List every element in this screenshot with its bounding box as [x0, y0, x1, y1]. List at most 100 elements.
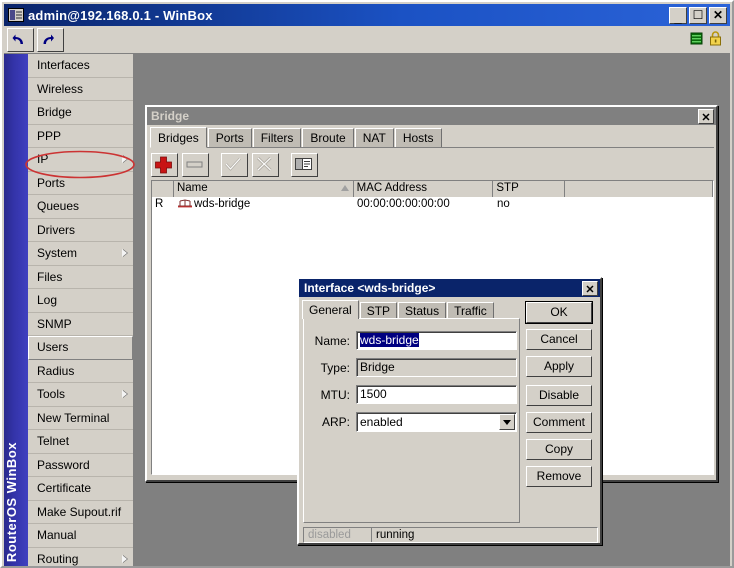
column-header-label: STP: [496, 182, 519, 194]
arp-field-row: ARP: enabled: [304, 412, 517, 432]
interface-tab-general[interactable]: General: [302, 300, 359, 319]
name-input[interactable]: wds-bridge: [356, 331, 517, 350]
sidebar-item-certificate[interactable]: Certificate: [28, 477, 133, 501]
sidebar-item-label: System: [37, 246, 78, 260]
sidebar-item-label: Drivers: [37, 222, 75, 237]
sidebar-item-label: Queues: [37, 199, 80, 213]
status-running-label: running: [376, 529, 415, 541]
sidebar-item-snmp[interactable]: SNMP: [28, 312, 133, 336]
cross-icon: [256, 156, 272, 172]
sidebar-item-bridge[interactable]: Bridge: [28, 101, 133, 125]
bridge-list-body: Rwds-bridge 00:00:00:00:00:00 no: [152, 197, 713, 213]
comment-icon: [295, 158, 312, 170]
sidebar-item-queues[interactable]: Queues: [28, 195, 133, 219]
apply-button[interactable]: Apply: [526, 356, 592, 377]
sidebar-item-ip[interactable]: IP: [28, 148, 133, 172]
remove-button[interactable]: Remove: [526, 466, 592, 487]
row-flag: R: [155, 198, 164, 210]
close-icon: ✕: [585, 283, 595, 296]
bridge-tab-broute[interactable]: Broute: [302, 128, 354, 147]
cancel-button[interactable]: Cancel: [526, 329, 592, 350]
comment-button[interactable]: Comment: [526, 412, 592, 433]
sidebar-item-label: Users: [37, 340, 69, 354]
sidebar-item-files[interactable]: Files: [28, 265, 133, 289]
sidebar-item-label: Manual: [37, 528, 77, 542]
sidebar-item-users[interactable]: Users: [28, 336, 133, 360]
add-button[interactable]: [151, 153, 178, 177]
routeros-brand-strip: RouterOS WinBox: [4, 54, 28, 566]
interface-dialog: Interface <wds-bridge> ✕ General STP Statu…: [297, 277, 602, 545]
sidebar-item-drivers[interactable]: Drivers: [28, 218, 133, 242]
interface-tab-status[interactable]: Status: [398, 302, 447, 319]
bridge-tab-filters[interactable]: Filters: [252, 128, 302, 147]
sidebar-item-label: IP: [37, 152, 49, 166]
sidebar-item-label: Make Supout.rif: [37, 504, 122, 519]
mtu-input[interactable]: 1500: [356, 385, 517, 404]
interface-tab-stp[interactable]: STP: [359, 302, 398, 319]
name-field-row: Name: wds-bridge: [304, 331, 517, 350]
winbox-main-window: admin@192.168.0.1 - WinBox _ ☐ ✕ RouterO…: [0, 0, 734, 568]
bridge-close-button[interactable]: ✕: [698, 108, 714, 124]
disable-button[interactable]: Disable: [526, 385, 592, 406]
row-mac-address: 00:00:00:00:00:00: [357, 198, 450, 210]
table-row[interactable]: Rwds-bridge 00:00:00:00:00:00 no: [152, 197, 713, 213]
sidebar-item-ppp[interactable]: PPP: [28, 124, 133, 148]
sidebar-item-label: Telnet: [37, 434, 70, 448]
interface-general-panel: Name: wds-bridge Type: Bridge MTU: 1500 …: [303, 318, 520, 523]
undo-button[interactable]: [7, 27, 34, 52]
enable-button[interactable]: [221, 153, 248, 177]
chevron-down-icon[interactable]: [499, 414, 515, 430]
comment-button[interactable]: [291, 153, 318, 177]
bridge-tab-nat[interactable]: NAT: [354, 128, 394, 147]
sidebar-item-password[interactable]: Password: [28, 453, 133, 477]
column-header-blank[interactable]: [152, 181, 174, 197]
winbox-icon: [8, 8, 24, 22]
sidebar-item-ports[interactable]: Ports: [28, 171, 133, 195]
row-stp: no: [497, 198, 510, 210]
copy-button[interactable]: Copy: [526, 439, 592, 460]
minimize-button[interactable]: _: [669, 6, 687, 24]
remove-button[interactable]: [182, 153, 209, 177]
sidebar-item-manual[interactable]: Manual: [28, 524, 133, 548]
column-header-stp[interactable]: STP: [493, 181, 566, 197]
column-header-name[interactable]: Name: [173, 181, 354, 197]
sidebar-item-log[interactable]: Log: [28, 289, 133, 313]
bridge-window-title: Bridge: [151, 109, 190, 123]
arp-select[interactable]: enabled: [356, 412, 517, 432]
bridge-tab-ports[interactable]: Ports: [207, 128, 252, 147]
bridge-icon: [178, 199, 192, 208]
sidebar-item-label: Ports: [37, 175, 66, 190]
disable-button[interactable]: [252, 153, 279, 177]
sidebar-item-radius[interactable]: Radius: [28, 359, 133, 383]
bridge-tab-hosts[interactable]: Hosts: [394, 128, 442, 147]
routeros-brand-label: RouterOS WinBox: [4, 441, 19, 562]
interface-dialog-close-button[interactable]: ✕: [582, 280, 598, 296]
close-button[interactable]: ✕: [709, 6, 727, 24]
sidebar-item-interfaces[interactable]: Interfaces: [28, 54, 133, 78]
close-icon: ✕: [701, 111, 711, 124]
column-header-label: Name: [176, 182, 208, 194]
maximize-button[interactable]: ☐: [689, 6, 707, 24]
name-label: Name:: [314, 333, 350, 348]
main-menu-sidebar: Interfaces Wireless Bridge PPP IP Ports Queues…: [28, 54, 134, 566]
column-header-blank[interactable]: [565, 181, 713, 197]
sidebar-item-wireless[interactable]: Wireless: [28, 77, 133, 101]
column-header-mac-address[interactable]: MAC Address: [353, 181, 494, 197]
sidebar-item-label: Wireless: [37, 81, 84, 96]
ok-button[interactable]: OK: [525, 301, 593, 324]
sidebar-item-new-terminal[interactable]: New Terminal: [28, 406, 133, 430]
sidebar-item-system[interactable]: System: [28, 242, 133, 266]
interface-dialog-title: Interface <wds-bridge>: [304, 281, 436, 295]
sidebar-item-label: Interfaces: [37, 58, 90, 72]
window-controls: _ ☐ ✕: [669, 6, 727, 24]
sidebar-item-tools[interactable]: Tools: [28, 383, 133, 407]
sidebar-item-make-supout-rif[interactable]: Make Supout.rif: [28, 500, 133, 524]
window-title: admin@192.168.0.1 - WinBox: [28, 7, 213, 23]
sidebar-item-telnet[interactable]: Telnet: [28, 430, 133, 454]
check-icon: [225, 157, 241, 171]
redo-button[interactable]: [37, 27, 64, 52]
bridge-title-bar: Bridge ✕: [147, 107, 716, 125]
bridge-tab-bridges[interactable]: Bridges: [150, 127, 207, 148]
interface-tab-traffic[interactable]: Traffic: [447, 302, 494, 319]
sidebar-item-routing[interactable]: Routing: [28, 547, 133, 566]
